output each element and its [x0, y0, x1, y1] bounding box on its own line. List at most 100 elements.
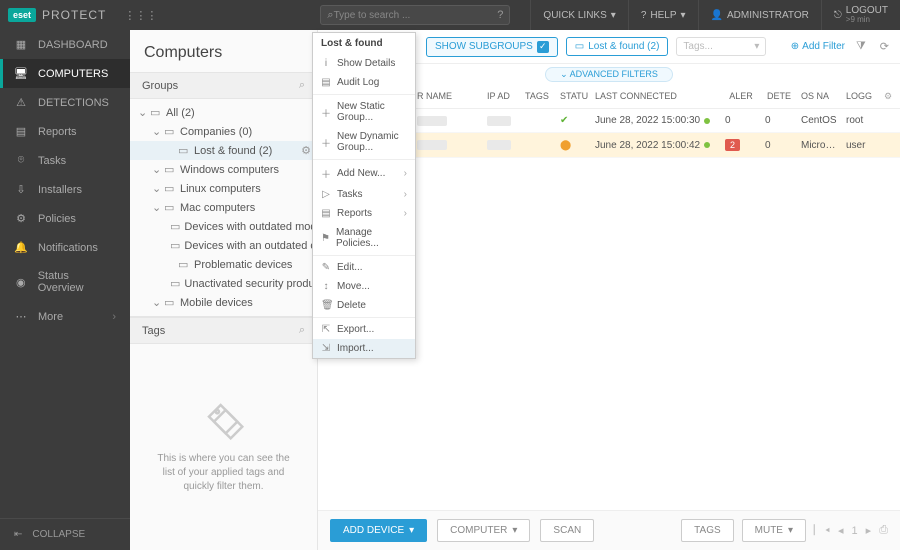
- chevron-icon[interactable]: ⌄: [152, 125, 160, 138]
- scan-button[interactable]: SCAN: [540, 519, 594, 542]
- ctx-icon: ＋: [321, 135, 331, 150]
- ctx-item[interactable]: 🗑Delete: [313, 296, 415, 315]
- sidebar-item-computers[interactable]: 🖥 COMPUTERS: [0, 59, 130, 88]
- chevron-icon[interactable]: ⌄: [152, 182, 160, 195]
- ctx-item[interactable]: ▤Audit Log: [313, 73, 415, 92]
- sidebar-item-label: Policies: [38, 213, 76, 225]
- sidebar-item-detections[interactable]: ⚠DETECTIONS: [0, 88, 130, 117]
- first-page-icon[interactable]: ⎸◂: [814, 524, 830, 537]
- sidebar-item-label: More: [38, 311, 63, 323]
- chevron-icon[interactable]: ⌄: [152, 163, 160, 176]
- next-page-icon[interactable]: ▸: [866, 524, 872, 537]
- brand: eset PROTECT: [0, 8, 114, 22]
- sidebar-item-label: Tasks: [38, 155, 66, 167]
- tree-node[interactable]: ▭Devices with an outdated operating sy…: [130, 236, 317, 255]
- tree-node[interactable]: ▭Problematic devices: [130, 255, 317, 274]
- ctx-label: Manage Policies...: [336, 227, 407, 249]
- help-link[interactable]: ?HELP▾: [628, 0, 698, 30]
- chevron-icon[interactable]: ⌄: [152, 296, 160, 309]
- tags-icon: [204, 400, 244, 440]
- sidebar-item-reports[interactable]: ▤Reports: [0, 117, 130, 146]
- folder-icon: ▭: [164, 182, 176, 195]
- tree-node[interactable]: ⌄▭Linux computers: [130, 179, 317, 198]
- tags-header: Tags⌕: [130, 317, 317, 344]
- checkbox-checked-icon[interactable]: ✓: [537, 41, 549, 53]
- folder-icon: ▭: [178, 144, 190, 157]
- nav-icon: ▦: [14, 38, 28, 51]
- ctx-item[interactable]: ▷Tasks›: [313, 185, 415, 204]
- chevron-icon[interactable]: ⌄: [138, 106, 146, 119]
- computer-button[interactable]: COMPUTER▾: [437, 519, 530, 542]
- ctx-item[interactable]: ⇱Export...: [313, 320, 415, 339]
- nav-icon: ⇩: [14, 183, 28, 196]
- mute-button[interactable]: MUTE▾: [742, 519, 806, 542]
- help-circle-icon[interactable]: ?: [497, 9, 503, 21]
- ctx-label: Show Details: [337, 58, 395, 69]
- filter-icon[interactable]: ⧩: [853, 40, 869, 53]
- tree-node[interactable]: ⌄ ▭ Windows computers: [130, 160, 317, 179]
- sidebar-item-policies[interactable]: ⚙Policies: [0, 204, 130, 233]
- chevron-down-icon: ▾: [611, 10, 616, 21]
- folder-icon: ▭: [164, 163, 176, 176]
- advanced-filters-button[interactable]: ⌄ ADVANCED FILTERS: [545, 67, 673, 82]
- tree-node[interactable]: ⌄▭All (2): [130, 103, 317, 122]
- sidebar-item-tasks[interactable]: ⌾Tasks: [0, 146, 130, 175]
- tree-label: Windows computers: [180, 164, 279, 176]
- prev-page-icon[interactable]: ◂: [838, 524, 844, 537]
- tree-label: Companies (0): [180, 126, 252, 138]
- tree-node[interactable]: ▭Unactivated security product: [130, 274, 317, 293]
- ctx-item[interactable]: iShow Details: [313, 54, 415, 73]
- tree-node[interactable]: ▭Lost & found (2)⚙: [130, 141, 317, 160]
- ctx-item[interactable]: ⚑Manage Policies...: [313, 223, 415, 253]
- ctx-item[interactable]: ▤Reports›: [313, 204, 415, 223]
- sidebar-item-status-overview[interactable]: ◉Status Overview: [0, 262, 130, 302]
- tree-label: Mobile devices: [180, 297, 253, 309]
- tags-filter[interactable]: Tags...▾: [676, 37, 766, 56]
- sidebar-item-dashboard[interactable]: ▦DASHBOARD: [0, 30, 130, 59]
- ctx-item[interactable]: ＋New Static Group...: [313, 97, 415, 127]
- tree-label: Devices with outdated modules: [184, 221, 317, 233]
- tags-button[interactable]: TAGS: [681, 519, 733, 542]
- main-content: Lost & foundiShow Details▤Audit Log＋New …: [318, 30, 900, 550]
- tree-node[interactable]: ⌄▭Mobile devices: [130, 293, 317, 312]
- add-device-button[interactable]: ADD DEVICE▾: [330, 519, 427, 542]
- chevron-down-icon: ▾: [681, 10, 686, 21]
- chevron-icon[interactable]: ⌄: [152, 201, 160, 214]
- show-subgroups-chip[interactable]: SHOW SUBGROUPS✓: [426, 37, 558, 57]
- gear-icon[interactable]: ⚙: [880, 85, 900, 108]
- sidebar-item-installers[interactable]: ⇩Installers: [0, 175, 130, 204]
- sidebar-item-more[interactable]: ⋯More›: [0, 302, 130, 331]
- tree-node[interactable]: ⌄▭Companies (0): [130, 122, 317, 141]
- ctx-item[interactable]: ＋New Dynamic Group...: [313, 127, 415, 157]
- ctx-icon: ▤: [321, 208, 331, 219]
- quick-links[interactable]: QUICK LINKS▾: [530, 0, 627, 30]
- add-filter-button[interactable]: ⊕Add Filter: [791, 41, 845, 52]
- tree-node[interactable]: ⌄▭Mac computers: [130, 198, 317, 217]
- group-filter-chip[interactable]: ▭ Lost & found (2): [566, 37, 669, 56]
- sidebar-item-notifications[interactable]: 🔔Notifications: [0, 233, 130, 262]
- apps-icon[interactable]: ⋮⋮⋮: [114, 9, 167, 22]
- print-icon[interactable]: ⎙: [879, 524, 888, 537]
- logout-link[interactable]: ⎋ LOGOUT>9 min: [821, 0, 900, 30]
- search-input[interactable]: ⌕ Type to search ... ?: [320, 5, 510, 25]
- tree-node[interactable]: ▭ Devices with outdated modules: [130, 217, 317, 236]
- user-icon: 👤: [711, 10, 723, 21]
- ctx-item[interactable]: ＋Add New...›: [313, 162, 415, 185]
- folder-icon: ▭: [170, 220, 180, 233]
- collapse-button[interactable]: ⇤COLLAPSE: [0, 518, 130, 550]
- ctx-item[interactable]: ↕Move...: [313, 277, 415, 296]
- ctx-item[interactable]: ✎Edit...: [313, 258, 415, 277]
- search-icon[interactable]: ⌕: [299, 324, 305, 337]
- nav-icon: 🖥: [14, 67, 28, 80]
- refresh-icon[interactable]: ⟳: [877, 40, 892, 53]
- admin-link[interactable]: 👤ADMINISTRATOR: [698, 0, 821, 30]
- folder-icon: ▭: [150, 106, 162, 119]
- search-placeholder: Type to search ...: [334, 10, 498, 21]
- chevron-right-icon: ›: [404, 168, 407, 179]
- gear-icon[interactable]: ⚙: [301, 144, 311, 157]
- chevron-right-icon: ›: [404, 208, 407, 219]
- sidebar-item-label: COMPUTERS: [38, 68, 108, 80]
- search-icon[interactable]: ⌕: [299, 79, 305, 92]
- collapse-icon: ⇤: [14, 529, 22, 540]
- ctx-item[interactable]: ⇲Import...: [313, 339, 415, 358]
